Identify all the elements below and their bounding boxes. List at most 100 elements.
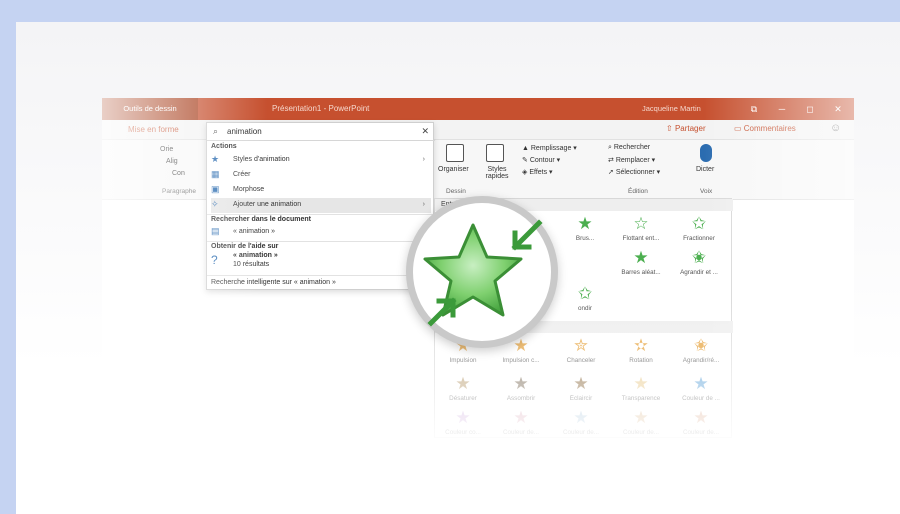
select-button[interactable]: ➚ Sélectionner ▾ <box>608 168 660 176</box>
anim-label: Couleur de ... <box>682 395 720 402</box>
chevron-right-icon: › <box>422 156 425 163</box>
find-button[interactable]: ⌕ Rechercher <box>608 144 650 152</box>
anim-complementary-color[interactable]: ★ Couleur co... <box>435 407 491 438</box>
star-icon: ★ <box>573 408 589 427</box>
title-bar: Outils de dessin Présentation1 - PowerPo… <box>102 98 854 120</box>
anim-darken[interactable]: ★ Assombrir <box>493 373 549 411</box>
effects-label: Effets <box>529 169 548 176</box>
star-icon: ✫ <box>633 336 649 355</box>
group-drawing-label: Dessin <box>446 188 466 195</box>
text-direction-button[interactable]: Orie <box>160 146 173 153</box>
anim-grow-turn[interactable]: ✬ Agrandir et ... <box>671 247 727 285</box>
share-label: Partager <box>674 124 706 133</box>
anim-spin[interactable]: ✫ Rotation <box>613 335 669 373</box>
quick-styles-icon[interactable] <box>486 144 504 162</box>
action-label: Styles d'animation <box>233 156 290 163</box>
document-result[interactable]: ▤ « animation » <box>211 225 431 240</box>
anim-fill-color[interactable]: ★ Couleur de... <box>553 407 609 438</box>
anim-desaturate[interactable]: ★ Désaturer <box>435 373 491 411</box>
shape-outline-button[interactable]: ✎ Contour ▾ <box>522 156 560 164</box>
anim-brush-color[interactable]: ★ Couleur de... <box>613 407 669 438</box>
anim-label: ondir <box>577 305 592 312</box>
star-icon: ★ <box>455 374 471 393</box>
maximize-icon[interactable]: ◻ <box>800 98 820 120</box>
anim-line-color[interactable]: ★ Couleur de... <box>493 407 549 438</box>
search-icon: ⌕ <box>213 126 219 136</box>
group-editing-label: Édition <box>628 188 648 195</box>
star-icon: ✮ <box>573 336 589 355</box>
help-count: 10 résultats <box>233 261 270 268</box>
smiley-icon[interactable]: ☺ <box>830 122 841 134</box>
anim-label: Agrandir/ré... <box>682 357 720 364</box>
shape-effects-button[interactable]: ◈ Effets ▾ <box>522 168 553 176</box>
create-icon: ▦ <box>211 169 220 179</box>
user-name[interactable]: Jacqueline Martin <box>642 98 701 120</box>
actions-header: Actions <box>211 143 237 150</box>
drawing-tools-tab[interactable]: Outils de dessin <box>102 98 198 120</box>
minimize-icon[interactable]: ─ <box>772 98 792 120</box>
add-animation-icon: ✧ <box>211 199 219 209</box>
anim-brush[interactable]: ★ Brus... <box>557 213 613 251</box>
fill-label: Remplissage <box>530 145 572 152</box>
anim-label: Désaturer <box>449 395 477 402</box>
smart-lookup-link[interactable]: Recherche intelligente sur « animation » <box>211 276 431 291</box>
comments-button[interactable]: ▭ Commentaires <box>734 124 796 133</box>
replace-button[interactable]: ⇄ Remplacer ▾ <box>608 156 655 164</box>
anim-label: Éclaircir <box>569 395 593 402</box>
divider <box>207 214 435 215</box>
quick-styles-button[interactable]: Styles rapides <box>482 166 512 180</box>
star-icon: ★ <box>693 408 709 427</box>
anim-label: Flottant ent... <box>622 235 660 242</box>
star-icon: ★ <box>455 408 471 427</box>
anim-grow-shrink[interactable]: ✬ Agrandir/ré... <box>673 335 729 373</box>
comments-label: Commentaires <box>743 124 796 133</box>
align-text-button[interactable]: Alig <box>166 158 178 165</box>
tab-format[interactable]: Mise en forme <box>128 125 179 134</box>
action-label: Morphose <box>233 186 265 193</box>
arrange-button[interactable]: Organiser <box>438 166 469 173</box>
anim-label: Rotation <box>629 357 653 364</box>
anim-label: Impulsion <box>449 357 477 364</box>
anim-teeter[interactable]: ✮ Chanceler <box>553 335 609 373</box>
arrange-icon[interactable] <box>446 144 464 162</box>
action-create[interactable]: ▦ Créer <box>211 168 431 183</box>
action-animation-styles[interactable]: ★ Styles d'animation › <box>211 153 431 168</box>
clear-search-icon[interactable]: ✕ <box>421 126 429 137</box>
share-button[interactable]: ⇧ Partager <box>666 124 706 133</box>
anim-float-in[interactable]: ☆ Flottant ent... <box>613 213 669 251</box>
search-input[interactable]: ⌕ animation ✕ <box>207 123 435 141</box>
action-label: Ajouter une animation <box>233 201 302 208</box>
anim-font-color[interactable]: ★ Couleur de... <box>673 407 729 438</box>
anim-object-color[interactable]: ★ Couleur de ... <box>673 373 729 411</box>
find-label: Rechercher <box>613 144 651 151</box>
anim-label: Couleur de... <box>682 429 720 436</box>
star-icon: ✬ <box>693 336 709 355</box>
anim-lighten[interactable]: ★ Éclaircir <box>553 373 609 411</box>
microphone-icon[interactable] <box>700 144 712 162</box>
anim-label: Barres aléat... <box>621 269 661 276</box>
dictate-button[interactable]: Dicter <box>696 166 714 173</box>
action-add-animation[interactable]: ✧ Ajouter une animation › <box>211 198 431 213</box>
anim-random-bars[interactable]: ★ Barres aléat... <box>613 247 669 285</box>
help-result[interactable]: ? « animation » 10 résultats <box>211 251 431 273</box>
star-icon: ★ <box>633 248 649 267</box>
zoom-lens <box>406 196 558 348</box>
anim-bounce[interactable]: ✩ ondir <box>557 283 613 321</box>
ribbon-display-icon[interactable]: ⧉ <box>744 98 764 120</box>
animation-styles-icon: ★ <box>211 154 220 164</box>
convert-smartart-button[interactable]: Con <box>172 170 185 177</box>
anim-label: Assombrir <box>506 395 536 402</box>
search-document-header: Rechercher dans le document <box>211 216 311 223</box>
shape-fill-button[interactable]: ▲ Remplissage ▾ <box>522 144 577 152</box>
star-icon: ★ <box>573 374 589 393</box>
close-icon[interactable]: ✕ <box>828 98 848 120</box>
anim-split[interactable]: ✩ Fractionner <box>671 213 727 251</box>
anim-transparency[interactable]: ★ Transparence <box>613 373 669 411</box>
backdrop: Outils de dessin Présentation1 - PowerPo… <box>16 22 900 514</box>
action-morph[interactable]: ▣ Morphose <box>211 183 431 198</box>
help-title: « animation » <box>233 252 278 259</box>
morph-icon: ▣ <box>211 184 220 194</box>
anim-label: Fractionner <box>683 235 715 242</box>
select-label: Sélectionner <box>615 169 655 176</box>
anim-label: Impulsion c... <box>502 357 540 364</box>
